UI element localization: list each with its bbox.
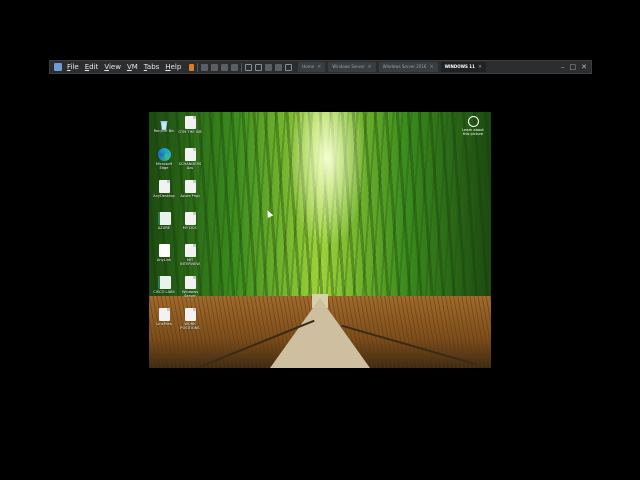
desktop-icon[interactable]: AZURE <box>151 212 177 244</box>
spreadsheet-icon <box>157 276 171 289</box>
menu-edit[interactable]: Edit <box>85 63 99 71</box>
desktop-icon[interactable]: SCHANDERS Azu <box>177 148 203 180</box>
snapshot-icon[interactable] <box>211 63 219 71</box>
tab-label: Home <box>302 64 315 69</box>
desktop-icons: Recycle Bin GTM THE ISB Microsoft Edge SCHA… <box>151 116 203 340</box>
desktop-icon[interactable]: AnyLink <box>151 244 177 276</box>
desktop-icon[interactable]: LinkFiles <box>151 308 177 340</box>
manage-snapshots-icon[interactable] <box>231 63 239 71</box>
vm-app-icon <box>54 63 62 71</box>
desktop-icon-label: AZURE <box>157 226 171 230</box>
vm-tabs: Home × Windows Server × Windows Server 2… <box>298 61 487 73</box>
desktop-icon[interactable]: AnyDesktop <box>151 180 177 212</box>
window-controls: – □ ✕ <box>561 63 587 71</box>
menu-file[interactable]: File <box>67 63 79 71</box>
desktop-icon-label: Azure Prop <box>180 194 200 198</box>
close-icon[interactable]: × <box>317 62 321 72</box>
document-icon <box>184 212 196 225</box>
mouse-cursor <box>264 209 274 218</box>
close-icon[interactable]: × <box>429 62 433 72</box>
desktop-icon-label: GTM THE ISB <box>178 130 202 134</box>
desktop-icon[interactable]: MIT INTERVIEW <box>177 244 203 276</box>
desktop-icon[interactable]: WORK POSITIONS <box>177 308 203 340</box>
desktop-icon[interactable]: Azure Prop <box>177 180 203 212</box>
document-icon <box>184 180 196 193</box>
menu-help[interactable]: Help <box>165 63 181 71</box>
desktop-icon-label: Windows Server <box>181 290 199 298</box>
close-window-icon[interactable]: ✕ <box>581 63 587 71</box>
desktop-icon-label: Microsoft Edge <box>155 162 173 170</box>
menu-tabs[interactable]: Tabs <box>144 63 160 71</box>
toolbar-divider <box>197 62 199 72</box>
thumbnail-icon[interactable] <box>285 63 293 71</box>
vm-toolbar-buttons <box>189 62 293 72</box>
stretch-icon[interactable] <box>275 63 283 71</box>
tab-label: Windows Server <box>332 64 365 69</box>
toolbar-divider <box>241 62 243 72</box>
document-icon <box>184 276 196 289</box>
desktop-icon-label: WORK POSITIONS <box>180 322 200 330</box>
tab-windows-11[interactable]: WINDOWS 11 × <box>440 62 487 72</box>
recycle-bin-icon <box>158 116 170 131</box>
close-icon[interactable]: × <box>478 62 482 72</box>
desktop-icon[interactable]: Windows Server <box>177 276 203 308</box>
desktop-icon-label: SCHANDERS Azu <box>178 162 202 170</box>
tab-label: Windows Server 2016 <box>382 64 427 69</box>
pause-icon[interactable] <box>189 63 195 71</box>
unity-icon[interactable] <box>255 63 263 71</box>
desktop-icon-label: AnyLink <box>156 258 172 262</box>
document-icon <box>184 244 196 257</box>
learn-about-picture[interactable]: Learn about this picture <box>460 116 486 136</box>
document-icon <box>184 308 196 321</box>
tab-windows-server[interactable]: Windows Server × <box>328 62 376 72</box>
minimize-icon[interactable]: – <box>561 63 565 71</box>
camera-icon <box>467 116 479 127</box>
desktop-icon-label: AnyDesktop <box>153 194 175 198</box>
console-view-icon[interactable] <box>265 63 273 71</box>
tab-label: WINDOWS 11 <box>444 64 475 69</box>
send-keys-icon[interactable] <box>201 63 209 71</box>
menu-view[interactable]: View <box>104 63 121 71</box>
desktop-icon[interactable]: Microsoft Edge <box>151 148 177 180</box>
revert-icon[interactable] <box>221 63 229 71</box>
maximize-icon[interactable]: □ <box>570 63 577 71</box>
shortcut-icon <box>158 244 170 257</box>
document-icon <box>184 116 196 129</box>
document-icon <box>184 148 196 161</box>
learn-about-picture-label: Learn about this picture <box>462 128 484 136</box>
menu-vm[interactable]: VM <box>127 63 138 71</box>
tab-windows-server-2016[interactable]: Windows Server 2016 × <box>378 62 438 72</box>
document-icon <box>158 180 170 193</box>
desktop-icon-label: MIT INTERVIEW <box>180 258 200 266</box>
tab-home[interactable]: Home × <box>298 62 326 72</box>
guest-desktop[interactable]: Recycle Bin GTM THE ISB Microsoft Edge SCHA… <box>149 112 491 368</box>
document-icon <box>158 308 170 321</box>
spreadsheet-icon <box>157 212 171 225</box>
desktop-icon[interactable]: Recycle Bin <box>151 116 177 148</box>
fullscreen-icon[interactable] <box>245 63 253 71</box>
menu-bar: File Edit View VM Tabs Help <box>67 63 181 71</box>
close-icon[interactable]: × <box>368 62 372 72</box>
desktop-icon-label: CISCO LABS <box>153 290 175 294</box>
vm-toolbar: File Edit View VM Tabs Help Home × Windo… <box>49 60 592 74</box>
desktop-icon-label: MY DOC <box>182 226 198 230</box>
desktop-icon-label: LinkFiles <box>156 322 172 326</box>
desktop-icon[interactable]: CISCO LABS <box>151 276 177 308</box>
edge-icon <box>157 148 171 161</box>
desktop-icon[interactable]: MY DOC <box>177 212 203 244</box>
desktop-icon[interactable]: GTM THE ISB <box>177 116 203 148</box>
